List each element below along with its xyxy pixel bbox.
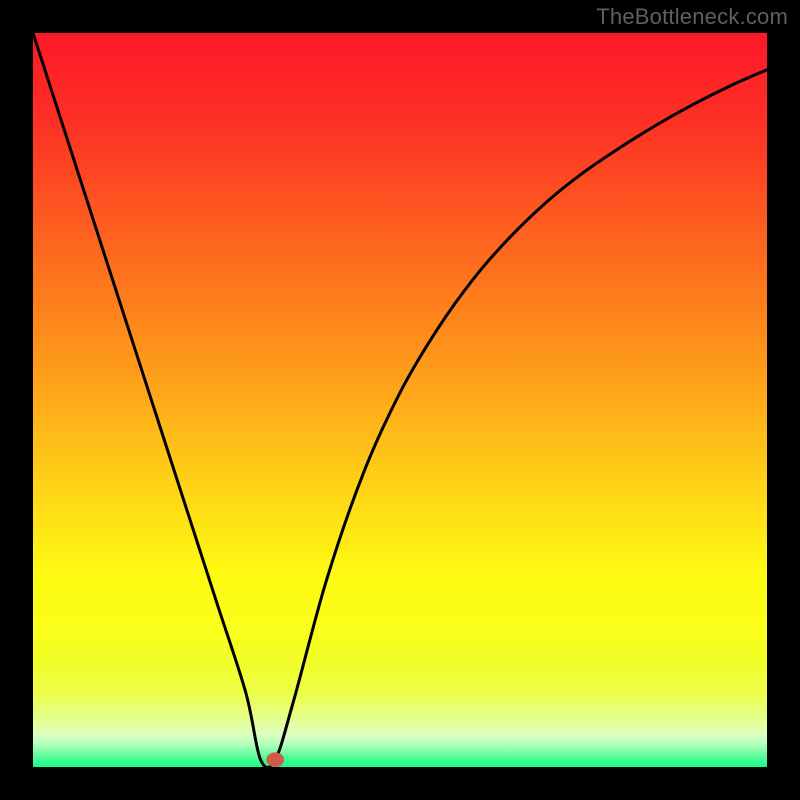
- chart-svg: [33, 33, 767, 767]
- chart-frame: TheBottleneck.com: [0, 0, 800, 800]
- watermark-text: TheBottleneck.com: [596, 4, 788, 30]
- optimum-marker: [266, 752, 284, 767]
- plot-area: [33, 33, 767, 767]
- gradient-rect: [33, 33, 767, 767]
